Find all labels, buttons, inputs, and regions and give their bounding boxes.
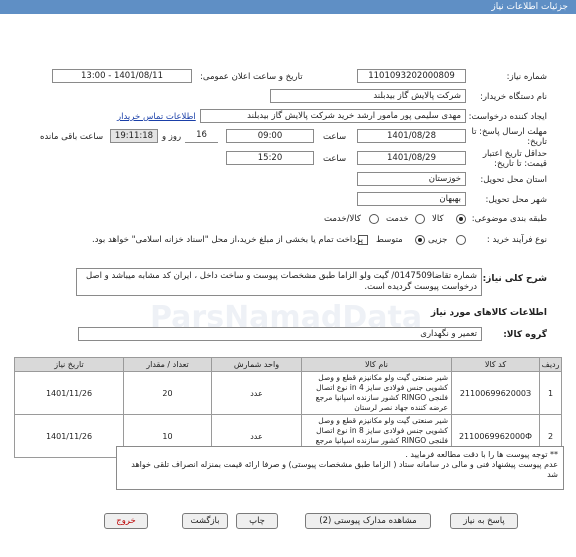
cell-row: 1 [539, 371, 562, 415]
announce-date-label: تاریخ و ساعت اعلان عمومی: [200, 72, 303, 82]
deadline-label: مهلت ارسال پاسخ: تا تاریخ: [471, 127, 547, 147]
col-qty: تعداد / مقدار [123, 357, 212, 372]
goods-info-title: اطلاعات کالاهای مورد نیاز [430, 308, 547, 318]
buyer-field: شرکت پالایش گاز بیدبلند [270, 89, 466, 103]
category-service-label: خدمت [386, 214, 409, 224]
reply-button[interactable]: پاسخ به نیاز [450, 513, 518, 529]
col-code: کد کالا [451, 357, 540, 372]
category-goods-label: کالا [432, 214, 444, 224]
general-description-box: شماره تقاضا0147509/ گیت ولو الزاما طبق م… [76, 268, 482, 296]
cell-code: 2110069962000З [451, 371, 540, 415]
goods-group-label: گروه کالا: [503, 330, 547, 340]
need-number-field: 1101093202000809 [357, 69, 466, 83]
city-label: شهر محل تحویل: [485, 195, 547, 205]
city-field: بهبهان [357, 192, 466, 206]
deadline-time-label: ساعت [323, 132, 347, 142]
days-remaining-field: 16 [185, 129, 218, 143]
validity-time-field: 15:20 [226, 151, 314, 165]
need-details-page: جزئیات اطلاعات نیاز ParsNamadData شماره … [0, 0, 576, 557]
process-type-label: نوع فرآیند خرید : [486, 235, 547, 245]
note-line-1: ** توجه پیوست ها را با دقت مطالعه فرمایی… [405, 450, 558, 459]
process-medium-radio[interactable] [415, 235, 425, 245]
page-title: جزئیات اطلاعات نیاز [0, 0, 576, 14]
category-goods-radio[interactable] [456, 214, 466, 224]
goods-table: ردیف کد کالا نام کالا واحد شمارش تعداد /… [14, 357, 562, 458]
min-validity-label: حداقل تاریخ اعتبار قیمت: تا تاریخ: [482, 149, 547, 169]
category-label: طبقه بندی موضوعی: [471, 214, 547, 224]
announce-date-field: 1401/08/11 - 13:00 [52, 69, 192, 83]
cell-name: شیر صنعتی گیت ولو مکانیزم قطع و وصل کشوی… [301, 371, 452, 415]
cell-date: 1401/11/26 [14, 414, 124, 458]
back-button[interactable]: بازگشت [182, 513, 228, 529]
process-partial-label: جزیی [428, 235, 448, 245]
treasury-payment-note: پرداخت تمام یا بخشی از مبلغ خرید،از محل … [92, 235, 364, 245]
buyer-contact-link[interactable]: اطلاعات تماس خریدار [117, 112, 196, 122]
general-description-label: شرح کلی نیاز: [482, 274, 547, 284]
need-number-label: شماره نیاز: [506, 72, 547, 82]
creator-label: ایجاد کننده درخواست: [468, 112, 547, 122]
category-service-radio[interactable] [415, 214, 425, 224]
table-header-row: ردیف کد کالا نام کالا واحد شمارش تعداد /… [14, 357, 562, 372]
validity-date-field: 1401/08/29 [357, 151, 466, 165]
note-line-2: عدم پیوست پیشنهاد فنی و مالی در سامانه س… [131, 460, 558, 479]
process-medium-label: متوسط [376, 235, 403, 245]
category-goods-service-label: کالا/خدمت [324, 214, 361, 224]
buyer-label: نام دستگاه خریدار: [480, 92, 547, 102]
table-row: 1 2110069962000З شیر صنعتی گیت ولو مکانی… [14, 371, 562, 415]
col-unit: واحد شمارش [211, 357, 302, 372]
goods-group-field: تعمیر و نگهداری [78, 327, 482, 341]
process-partial-radio[interactable] [456, 235, 466, 245]
cell-unit: عدد [211, 371, 302, 415]
col-row: ردیف [539, 357, 562, 372]
remaining-time-label: ساعت باقی مانده [40, 132, 104, 142]
validity-time-label: ساعت [323, 154, 347, 164]
deadline-date-field: 1401/08/28 [357, 129, 466, 143]
col-name: نام کالا [301, 357, 452, 372]
creator-field: مهدی سلیمی پور مامور ارشد خرید شرکت پالا… [200, 109, 466, 123]
print-button[interactable]: چاپ [236, 513, 278, 529]
province-label: استان محل تحویل: [480, 175, 547, 185]
deadline-time-field: 09:00 [226, 129, 314, 143]
province-field: خوزستان [357, 172, 466, 186]
cell-date: 1401/11/26 [14, 371, 124, 415]
category-goods-service-radio[interactable] [369, 214, 379, 224]
remaining-time-field: 19:11:18 [110, 129, 158, 143]
days-label: روز و [162, 132, 182, 142]
view-attachments-button[interactable]: مشاهده مدارک پیوستی (2) [305, 513, 431, 529]
exit-button[interactable]: خروج [104, 513, 148, 529]
cell-qty: 20 [123, 371, 212, 415]
buyer-notes-box: ** توجه پیوست ها را با دقت مطالعه فرمایی… [116, 446, 564, 490]
col-date: تاریخ نیاز [14, 357, 124, 372]
